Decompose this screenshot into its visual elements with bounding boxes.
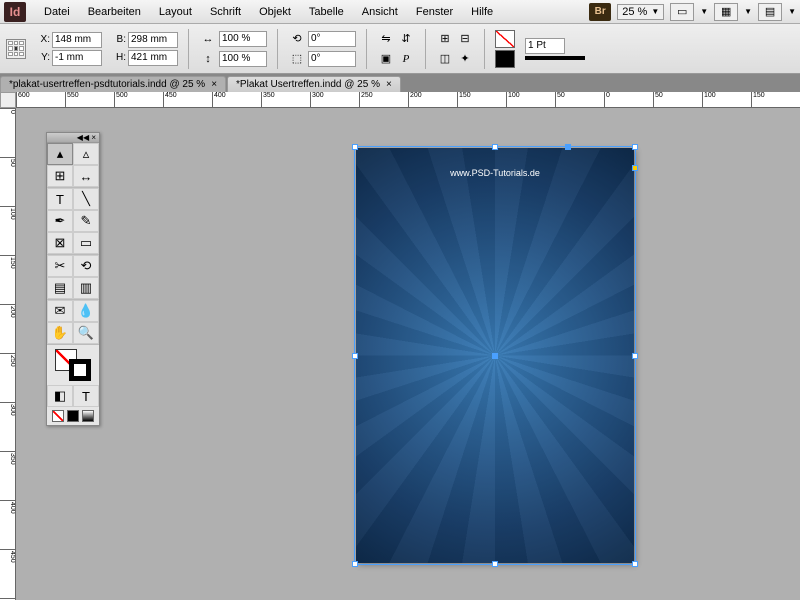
w-input[interactable]	[128, 32, 178, 48]
menu-schrift[interactable]: Schrift	[202, 3, 249, 21]
screen-mode-button[interactable]: ▭	[670, 3, 694, 21]
app-logo: Id	[4, 2, 26, 22]
gradient-feather-tool[interactable]: ▥	[73, 277, 99, 299]
shear-input[interactable]: 0°	[308, 51, 356, 67]
close-icon[interactable]: ×	[386, 79, 392, 90]
scissors-tool[interactable]: ✂	[47, 255, 73, 277]
scale-x-input[interactable]: 100 %	[219, 31, 267, 47]
ruler-vertical[interactable]: 050100150200250300350400450500	[0, 108, 16, 600]
rectangle-tool[interactable]: ▭	[73, 232, 99, 254]
menubar: Id Datei Bearbeiten Layout Schrift Objek…	[0, 0, 800, 24]
stroke-swatch[interactable]	[495, 50, 515, 68]
effects-icon[interactable]: ✦	[456, 50, 474, 68]
menu-hilfe[interactable]: Hilfe	[463, 3, 501, 21]
scale-y-input[interactable]: 100 %	[219, 51, 267, 67]
flip-v-icon[interactable]: ⇵	[397, 30, 415, 48]
zoom-combo[interactable]: 25 %▼	[617, 4, 664, 20]
chevron-down-icon: ▼	[651, 7, 659, 16]
direct-selection-tool[interactable]: ▵	[73, 143, 99, 165]
zoom-tool[interactable]: 🔍	[73, 322, 99, 344]
close-icon[interactable]: ×	[211, 79, 217, 90]
tools-panel: ◀◀ × ▴ ▵ ⊞ ↔ T ╲ ✒ ✎ ⊠ ▭ ✂ ⟲ ▤ ▥ ✉ 💧 ✋ 🔍	[46, 132, 100, 426]
align-icon[interactable]: ⊞	[436, 30, 454, 48]
gap-tool[interactable]: ↔	[73, 165, 99, 187]
formatting-container[interactable]: ◧	[47, 385, 73, 407]
menu-fenster[interactable]: Fenster	[408, 3, 461, 21]
w-label: B:	[112, 34, 126, 45]
eyedropper-tool[interactable]: 💧	[73, 300, 99, 322]
canvas[interactable]: www.PSD-Tutorials.de ◀◀ × ▴ ▵ ⊞ ↔ T ╲ ✒ …	[16, 108, 800, 600]
fill-swatch[interactable]	[495, 30, 515, 48]
wrap-icon[interactable]: ◫	[436, 50, 454, 68]
fill-stroke-proxy[interactable]	[47, 345, 99, 385]
menu-bearbeiten[interactable]: Bearbeiten	[80, 3, 149, 21]
rotate-icon: ⟲	[288, 30, 306, 48]
poster-url-text: www.PSD-Tutorials.de	[356, 168, 634, 178]
x-input[interactable]	[52, 32, 102, 48]
menu-datei[interactable]: Datei	[36, 3, 78, 21]
tab-0[interactable]: *plakat-usertreffen-psdtutorials.indd @ …	[0, 76, 226, 92]
p-icon: P	[397, 50, 415, 68]
flip-h-icon[interactable]: ⇋	[377, 30, 395, 48]
apply-none[interactable]	[52, 410, 64, 422]
x-label: X:	[36, 34, 50, 45]
apply-color[interactable]	[67, 410, 79, 422]
hand-tool[interactable]: ✋	[47, 322, 73, 344]
scale-y-icon: ↕	[199, 50, 217, 68]
bridge-button[interactable]: Br	[589, 3, 611, 21]
free-transform-tool[interactable]: ⟲	[73, 255, 99, 277]
panel-collapse[interactable]: ◀◀ ×	[47, 133, 99, 143]
rectangle-frame-tool[interactable]: ⊠	[47, 232, 73, 254]
select-container-icon[interactable]: ▣	[377, 50, 395, 68]
line-tool[interactable]: ╲	[73, 188, 99, 210]
apply-gradient[interactable]	[82, 410, 94, 422]
note-tool[interactable]: ✉	[47, 300, 73, 322]
distribute-icon[interactable]: ⊟	[456, 30, 474, 48]
reference-point[interactable]	[6, 39, 26, 59]
shear-icon: ⬚	[288, 50, 306, 68]
h-label: H:	[112, 52, 126, 63]
pencil-tool[interactable]: ✎	[73, 210, 99, 232]
control-panel: X: Y: B: H: ↔100 % ↕100 % ⟲0° ⬚0° ⇋⇵ ▣P …	[0, 24, 800, 74]
selection-tool[interactable]: ▴	[47, 143, 73, 165]
pen-tool[interactable]: ✒	[47, 210, 73, 232]
workspace-button[interactable]: ▤	[758, 3, 782, 21]
stroke-weight-input[interactable]: 1 Pt	[525, 38, 565, 54]
stroke-style[interactable]	[525, 56, 585, 60]
gradient-swatch-tool[interactable]: ▤	[47, 277, 73, 299]
y-input[interactable]	[52, 50, 102, 66]
menu-objekt[interactable]: Objekt	[251, 3, 299, 21]
h-input[interactable]	[128, 50, 178, 66]
type-tool[interactable]: T	[47, 188, 73, 210]
menu-tabelle[interactable]: Tabelle	[301, 3, 352, 21]
tab-1[interactable]: *Plakat Usertreffen.indd @ 25 %×	[227, 76, 401, 92]
ruler-horizontal[interactable]: 6005505004504003503002502001501005005010…	[16, 92, 800, 108]
scale-x-icon: ↔	[199, 30, 217, 48]
arrange-button[interactable]: ▦	[714, 3, 738, 21]
page-tool[interactable]: ⊞	[47, 165, 73, 187]
y-label: Y:	[36, 52, 50, 63]
ruler-origin[interactable]	[0, 92, 16, 108]
poster-frame[interactable]: www.PSD-Tutorials.de	[356, 148, 634, 563]
document-tabs: *plakat-usertreffen-psdtutorials.indd @ …	[0, 74, 800, 92]
menu-layout[interactable]: Layout	[151, 3, 200, 21]
formatting-text[interactable]: T	[73, 385, 99, 407]
rotate-input[interactable]: 0°	[308, 31, 356, 47]
menu-ansicht[interactable]: Ansicht	[354, 3, 406, 21]
